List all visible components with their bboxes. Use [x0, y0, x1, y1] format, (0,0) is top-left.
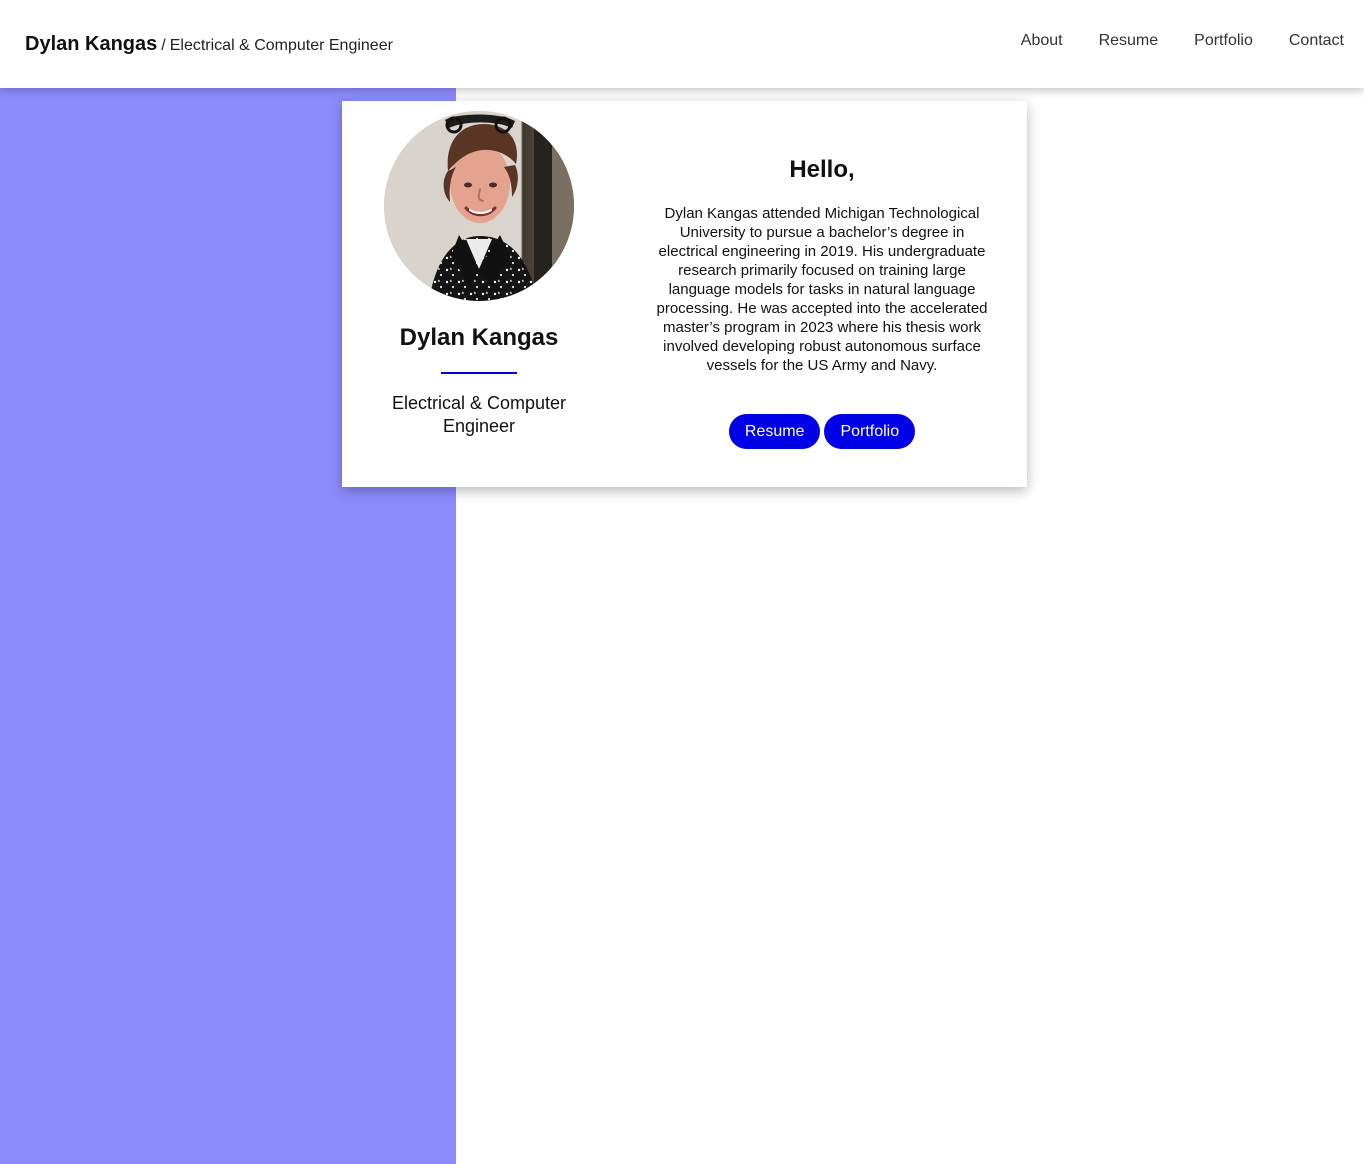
site-brand[interactable]: Dylan Kangas / Electrical & Computer Engin…: [25, 32, 393, 58]
greeting-heading: Hello,: [789, 156, 855, 183]
profile-name: Dylan Kangas: [399, 324, 559, 351]
profile-panel: Dylan Kangas Electrical & Computer Engin…: [342, 101, 616, 487]
page: Dylan Kangas / Electrical & Computer Engin…: [0, 0, 1364, 1164]
portfolio-button[interactable]: Portfolio: [824, 414, 916, 449]
brand-role: Electrical & Computer Engineer: [169, 37, 393, 54]
resume-button[interactable]: Resume: [728, 414, 821, 449]
nav-link-about[interactable]: About: [1021, 31, 1063, 51]
nav-link-portfolio[interactable]: Portfolio: [1194, 31, 1253, 51]
profile-photo: [384, 111, 574, 301]
brand-separator: /: [161, 37, 166, 54]
profile-title: Electrical & Computer Engineer: [391, 393, 567, 436]
brand-name[interactable]: Dylan Kangas: [25, 33, 157, 55]
nav-link-contact[interactable]: Contact: [1289, 31, 1344, 51]
nav-link-resume[interactable]: Resume: [1099, 31, 1159, 51]
about-card: Dylan Kangas Electrical & Computer Engin…: [342, 101, 1027, 487]
bio-text: Dylan Kangas attended Michigan Technolog…: [656, 205, 988, 374]
site-header: Dylan Kangas / Electrical & Computer Engin…: [0, 0, 1364, 88]
main-navigation: About Resume Portfolio Contact: [1021, 31, 1344, 51]
card-actions: Resume Portfolio: [646, 414, 998, 449]
intro-panel: Hello, Dylan Kangas attended Michigan Te…: [646, 101, 998, 487]
profile-divider: [441, 372, 517, 374]
